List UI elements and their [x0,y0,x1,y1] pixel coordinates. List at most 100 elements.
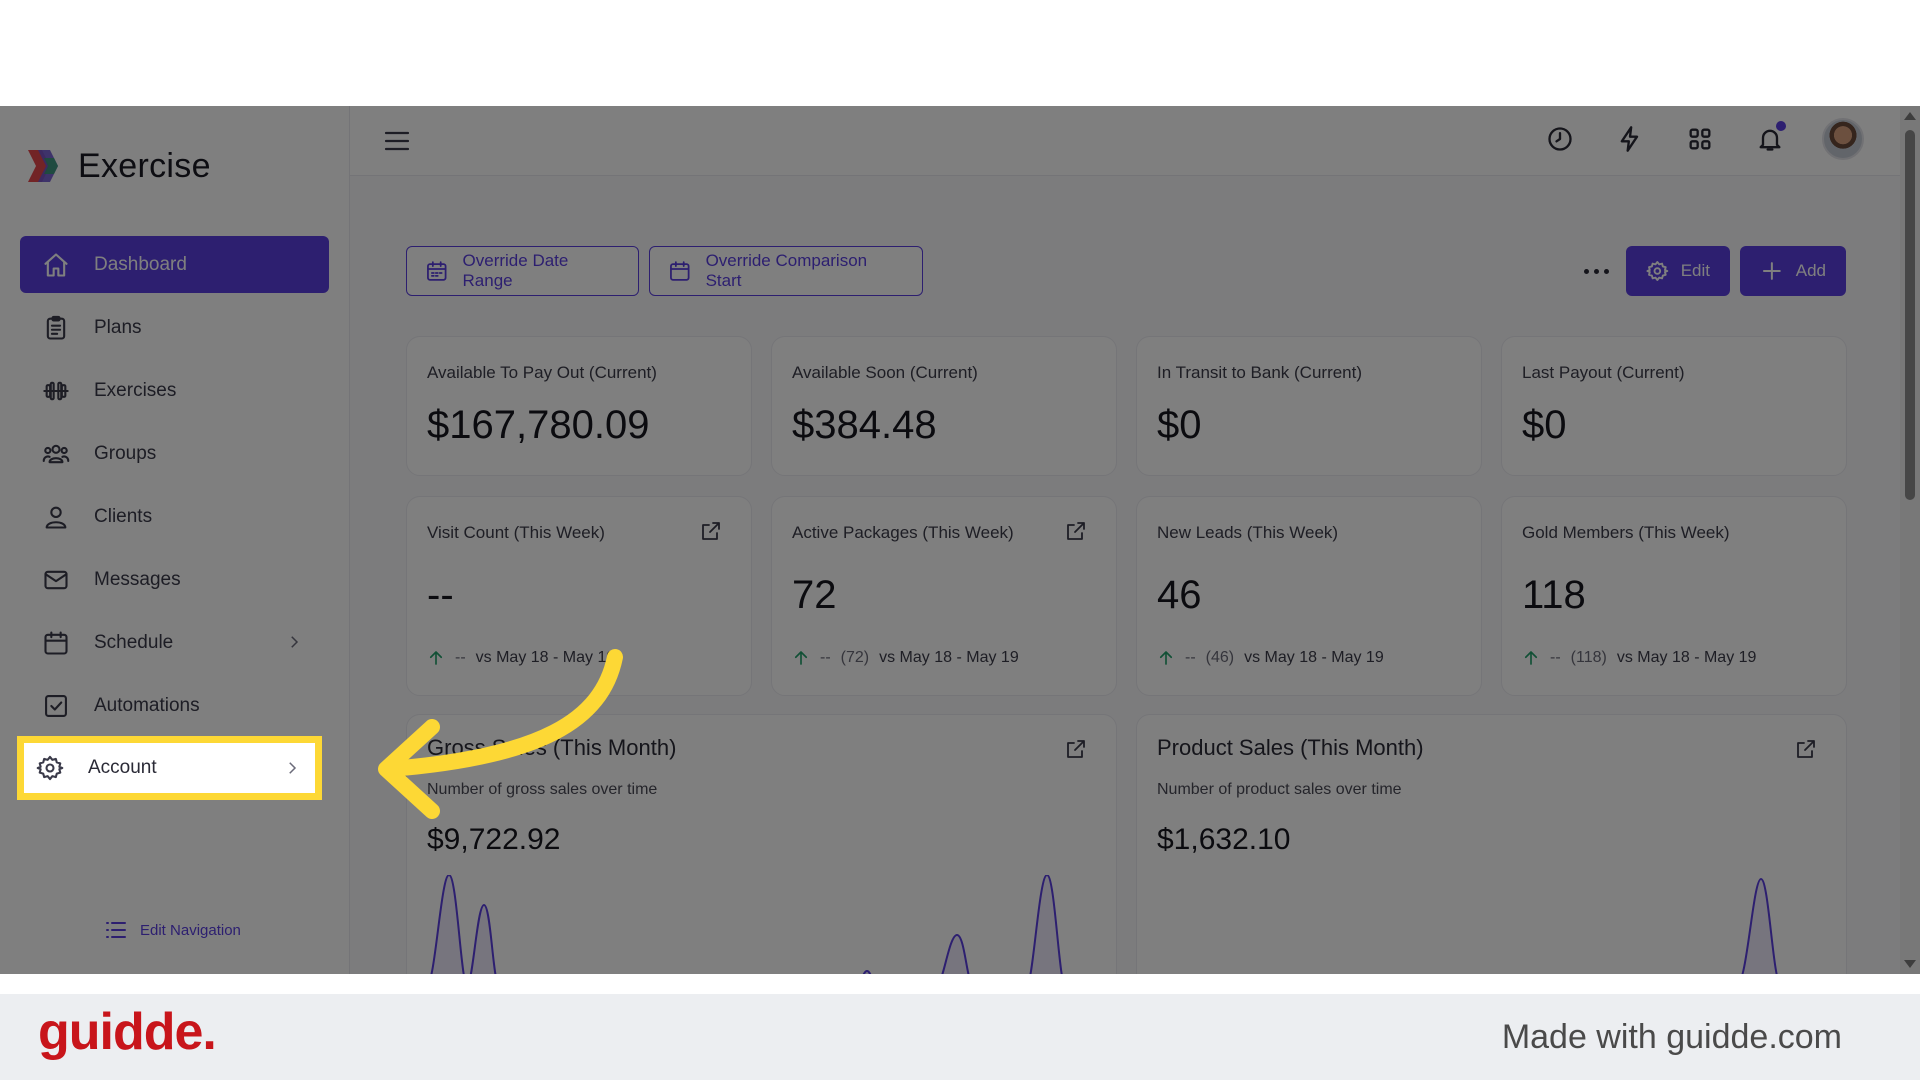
stat-value: 118 [1522,573,1586,617]
app-screenshot: Exercise Dashboard Plans Exercises Group… [0,106,1920,974]
brand-logo-icon [28,150,58,182]
external-link-icon[interactable] [1064,519,1088,543]
guidde-footer: guidde. Made with guidde.com [0,994,1920,1080]
notifications-button[interactable] [1752,121,1788,157]
notification-dot [1776,121,1786,131]
stat-value: -- [427,573,454,617]
brand-name: Exercise [78,146,211,185]
product-sales-sparkline [1566,877,1778,974]
calendar-icon [42,629,70,657]
compare-range: vs May 18 - May 19 [879,649,1019,666]
checkbox-icon [42,692,70,720]
stat-card: Available To Pay Out (Current) $167,780.… [406,336,752,476]
add-button[interactable]: Add [1740,246,1846,296]
made-with-text: Made with guidde.com [1501,1018,1842,1056]
stat-card: New Leads (This Week) 46 -- (46) vs May … [1136,496,1482,696]
home-icon [42,251,70,279]
sidebar-item-clients[interactable]: Clients [20,488,329,545]
more-options-button[interactable] [1576,256,1616,286]
arrow-up-icon [1159,651,1173,665]
stat-delta: -- (46) vs May 18 - May 19 [1157,649,1384,667]
guidde-logo[interactable]: guidde. [38,1002,217,1062]
sidebar-item-account[interactable]: Account [17,736,322,800]
add-label: Add [1795,261,1826,280]
edit-navigation-label: Edit Navigation [140,921,241,939]
chart-subtitle: Number of product sales over time [1157,781,1402,798]
sidebar-item-automations[interactable]: Automations [20,677,329,734]
dot-icon [1603,268,1609,274]
delta-value: -- [1185,649,1196,666]
stat-label: New Leads (This Week) [1157,523,1339,542]
menu-toggle-button[interactable] [382,126,412,156]
stat-label: Active Packages (This Week) [792,523,1014,542]
scroll-down-arrow-icon[interactable] [1904,960,1916,968]
chart-total: $1,632.10 [1157,823,1291,856]
sidebar-item-label: Groups [94,442,157,464]
users-icon [42,440,70,468]
external-link-icon[interactable] [1794,737,1818,761]
sidebar-item-label: Exercises [94,379,177,401]
apps-button[interactable] [1682,121,1718,157]
tutorial-pointer-arrow [378,649,623,819]
stat-label: Available Soon (Current) [792,363,978,382]
brand[interactable]: Exercise [24,146,211,186]
edit-navigation-link[interactable]: Edit Navigation [104,918,241,942]
dot-icon [1593,268,1599,274]
sidebar-item-label: Account [88,757,157,778]
sparkline-path [1566,877,1778,974]
previous-value: (118) [1570,649,1607,666]
sidebar-item-label: Messages [94,568,181,590]
stat-label: Last Payout (Current) [1522,363,1685,382]
dashboard-toolbar: Override Date Range Override Comparison … [406,246,1846,296]
sidebar-item-label: Automations [94,694,200,716]
mail-icon [42,566,70,594]
sidebar-item-messages[interactable]: Messages [20,551,329,608]
scroll-up-arrow-icon[interactable] [1904,112,1916,120]
edit-button[interactable]: Edit [1626,246,1730,296]
lightning-icon [1620,126,1639,152]
vertical-scrollbar[interactable] [1900,106,1920,974]
avatar[interactable] [1822,118,1864,160]
sidebar-item-exercises[interactable]: Exercises [20,362,329,419]
stat-delta: -- (72) vs May 18 - May 19 [792,649,1019,667]
history-button[interactable] [1542,121,1578,157]
override-comparison-start-label: Override Comparison Start [705,251,868,290]
chevron-right-icon [285,633,303,651]
sidebar-item-groups[interactable]: Groups [20,425,329,482]
override-comparison-start-button[interactable]: Override Comparison Start [649,246,923,296]
sidebar-item-label: Schedule [94,631,174,653]
quick-actions-button[interactable] [1612,121,1648,157]
user-icon [42,503,70,531]
sidebar-item-plans[interactable]: Plans [20,299,329,356]
top-bar [350,106,1920,176]
chart-title: Product Sales (This Month) [1157,735,1424,760]
stat-value: 72 [792,573,837,617]
sidebar-nav: Dashboard Plans Exercises Groups Clients [20,236,329,803]
app-window: Exercise Dashboard Plans Exercises Group… [0,106,1920,974]
gross-sales-sparkline [430,875,1063,974]
stat-value: $0 [1157,403,1202,447]
compare-range: vs May 18 - May 19 [1616,649,1757,666]
gear-icon [36,754,64,782]
sidebar-item-label: Clients [94,505,153,527]
external-link-icon[interactable] [1064,737,1088,761]
arrow-up-icon [794,651,808,665]
plus-icon [1762,262,1781,280]
calendar-icon [670,261,690,281]
scroll-thumb[interactable] [1905,130,1915,500]
external-link-icon[interactable] [699,519,723,543]
dumbbell-icon [42,377,70,405]
sidebar-item-dashboard[interactable]: Dashboard [20,236,329,293]
stat-label: Visit Count (This Week) [427,523,605,542]
stat-value: $167,780.09 [427,403,650,447]
grid-icon [1689,128,1711,150]
account-item-content: Account [24,743,315,793]
stat-card: In Transit to Bank (Current) $0 [1136,336,1482,476]
sidebar-item-label: Plans [94,316,142,338]
sparkline-path [430,875,1063,974]
sidebar-item-label: Dashboard [94,253,187,275]
clipboard-icon [42,314,70,342]
sidebar-item-schedule[interactable]: Schedule [20,614,329,671]
override-date-range-button[interactable]: Override Date Range [406,246,639,296]
delta-value: -- [1550,649,1561,666]
